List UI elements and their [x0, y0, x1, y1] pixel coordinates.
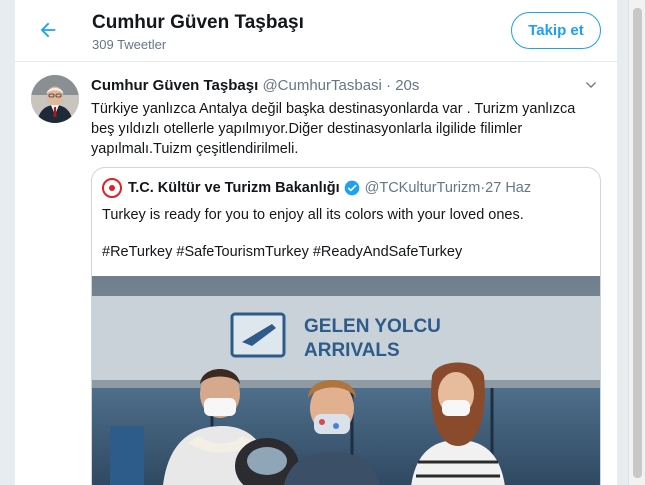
chevron-down-icon[interactable]	[583, 77, 599, 93]
timeline-column: Cumhur Güven Taşbaşı 309 Tweetler Takip …	[14, 0, 618, 485]
quoted-text: Turkey is ready for you to enjoy all its…	[102, 207, 524, 223]
follow-button[interactable]: Takip et	[511, 12, 601, 49]
sign-text-line2: ARRIVALS	[304, 340, 400, 361]
airport-family-photo: GELEN YOLCU ARRIVALS	[92, 276, 600, 485]
tweet-count: 309 Tweetler	[92, 37, 167, 52]
quoted-tweet[interactable]: T.C. Kültür ve Turizm Bakanlığı @TCKultu…	[91, 167, 601, 485]
quoted-author-handle: @TCKulturTurizm	[364, 180, 481, 196]
profile-name: Cumhur Güven Taşbaşı	[92, 12, 304, 33]
tweet-author-handle[interactable]: @CumhurTasbasi	[262, 77, 381, 94]
avatar[interactable]	[31, 75, 79, 123]
quoted-hashtags[interactable]: #ReTurkey #SafeTourismTurkey #ReadyAndSa…	[102, 244, 462, 260]
quoted-author-name: T.C. Kültür ve Turizm Bakanlığı	[128, 180, 340, 196]
tweet-time[interactable]: 20s	[395, 77, 419, 94]
tweet-text: Türkiye yanlızca Antalya değil başka des…	[91, 101, 576, 157]
quoted-tweet-header: T.C. Kültür ve Turizm Bakanlığı @TCKultu…	[102, 178, 531, 198]
tweet-separator: ·	[386, 77, 392, 94]
tweet[interactable]: Cumhur Güven Taşbaşı @CumhurTasbasi · 20…	[15, 63, 617, 485]
tweet-header: Cumhur Güven Taşbaşı @CumhurTasbasi · 20…	[91, 77, 419, 94]
quoted-date: 27 Haz	[485, 180, 532, 196]
tweet-author-name[interactable]: Cumhur Güven Taşbaşı	[91, 77, 258, 94]
arrow-left-icon	[40, 22, 56, 38]
verified-badge-icon	[344, 180, 359, 196]
sign-text-line1: GELEN YOLCU	[304, 316, 441, 337]
back-button[interactable]	[33, 15, 63, 45]
ministry-logo-icon	[102, 178, 122, 198]
page-scrollbar[interactable]	[628, 0, 645, 485]
quoted-media-image[interactable]: GELEN YOLCU ARRIVALS	[92, 276, 600, 485]
scrollbar-thumb[interactable]	[633, 8, 642, 478]
avatar-image	[31, 75, 79, 123]
profile-header: Cumhur Güven Taşbaşı 309 Tweetler Takip …	[15, 0, 617, 62]
